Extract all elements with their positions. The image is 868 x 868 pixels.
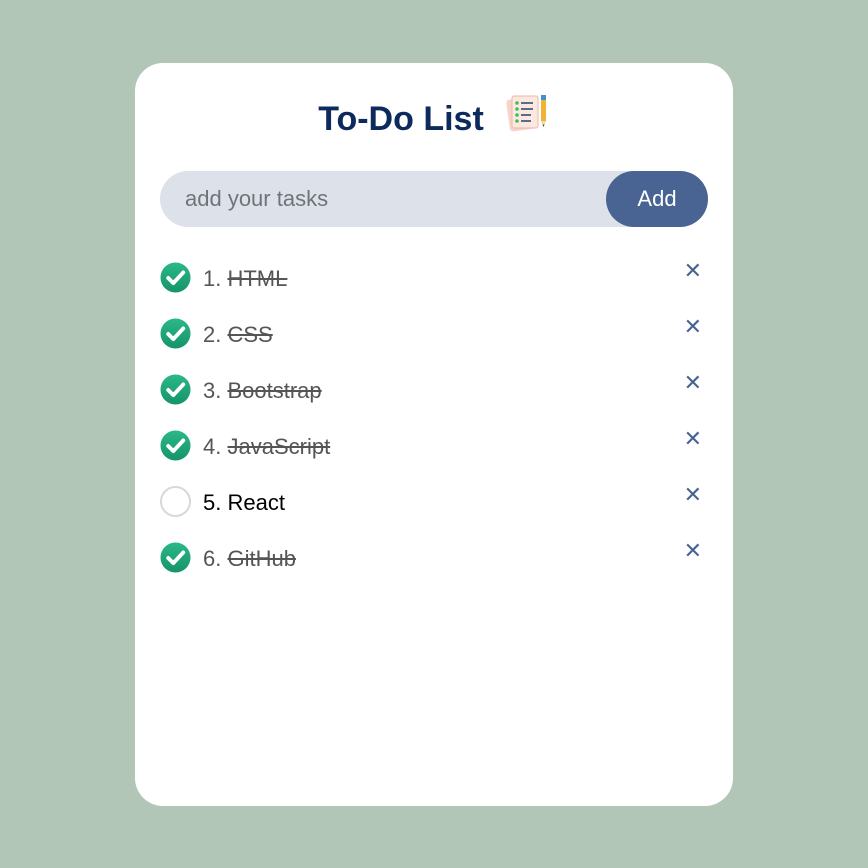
task-label: Bootstrap	[227, 378, 322, 403]
task-label: GitHub	[227, 546, 296, 571]
task-text: 5. React	[203, 490, 285, 516]
task-text: 2. CSS	[203, 322, 273, 348]
task-label: CSS	[227, 322, 273, 347]
unchecked-circle-icon[interactable]	[160, 486, 191, 517]
task-item[interactable]: 3. Bootstrap ✕	[160, 371, 708, 427]
task-number: 4.	[203, 434, 222, 459]
checklist-notepad-icon	[506, 95, 546, 132]
task-item[interactable]: 6. GitHub ✕	[160, 539, 708, 595]
task-list: 1. HTML ✕ 2. CSS ✕ 3. Bootstrap ✕ 4. Jav…	[160, 259, 708, 595]
app-title: To-Do List	[318, 99, 484, 138]
add-task-bar: Add	[160, 170, 708, 228]
task-number: 3.	[203, 378, 222, 403]
delete-task-icon[interactable]: ✕	[684, 425, 702, 455]
task-item[interactable]: 5. React ✕	[160, 483, 708, 539]
checked-circle-icon[interactable]	[160, 262, 191, 293]
task-text: 3. Bootstrap	[203, 378, 322, 404]
task-label: React	[227, 490, 285, 515]
checked-circle-icon[interactable]	[160, 374, 191, 405]
delete-task-icon[interactable]: ✕	[684, 369, 702, 399]
task-item[interactable]: 1. HTML ✕	[160, 259, 708, 315]
checked-circle-icon[interactable]	[160, 542, 191, 573]
task-text: 6. GitHub	[203, 546, 296, 572]
task-item[interactable]: 2. CSS ✕	[160, 315, 708, 371]
task-input[interactable]	[160, 170, 606, 228]
todo-card: To-Do List Add	[135, 63, 733, 806]
header: To-Do List	[135, 91, 733, 147]
delete-task-icon[interactable]: ✕	[684, 313, 702, 343]
task-text: 1. HTML	[203, 266, 287, 292]
task-number: 6.	[203, 546, 222, 571]
delete-task-icon[interactable]: ✕	[684, 257, 702, 287]
task-label: HTML	[227, 266, 288, 291]
task-text: 4. JavaScript	[203, 434, 330, 460]
checked-circle-icon[interactable]	[160, 430, 191, 461]
delete-task-icon[interactable]: ✕	[684, 537, 702, 567]
task-number: 2.	[203, 322, 222, 347]
task-label: JavaScript	[227, 434, 331, 459]
task-number: 5.	[203, 490, 222, 515]
add-button[interactable]: Add	[606, 171, 708, 227]
delete-task-icon[interactable]: ✕	[684, 481, 702, 511]
task-number: 1.	[203, 266, 222, 291]
task-item[interactable]: 4. JavaScript ✕	[160, 427, 708, 483]
checked-circle-icon[interactable]	[160, 318, 191, 349]
